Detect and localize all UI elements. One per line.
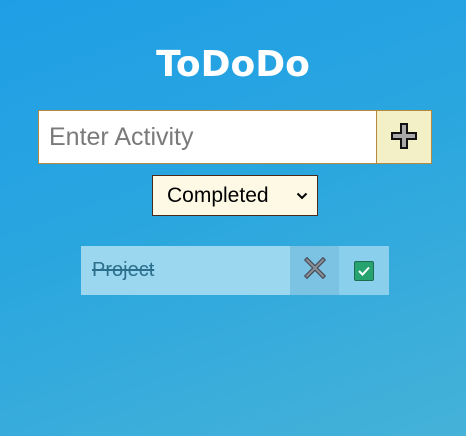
plus-icon — [390, 122, 418, 153]
add-activity-form — [38, 110, 432, 164]
chevron-down-icon — [295, 189, 309, 203]
todo-item: Project — [81, 246, 389, 295]
activity-input[interactable] — [38, 110, 377, 164]
app-title: ToDoDo — [156, 44, 310, 86]
complete-button[interactable] — [339, 246, 389, 295]
cross-icon — [303, 256, 326, 284]
add-button[interactable] — [377, 110, 432, 164]
filter-select[interactable]: Completed — [152, 175, 318, 216]
todo-text: Project — [81, 246, 290, 295]
checkmark-icon — [354, 260, 374, 281]
delete-button[interactable] — [290, 246, 339, 295]
filter-selected-value: Completed — [167, 183, 269, 207]
